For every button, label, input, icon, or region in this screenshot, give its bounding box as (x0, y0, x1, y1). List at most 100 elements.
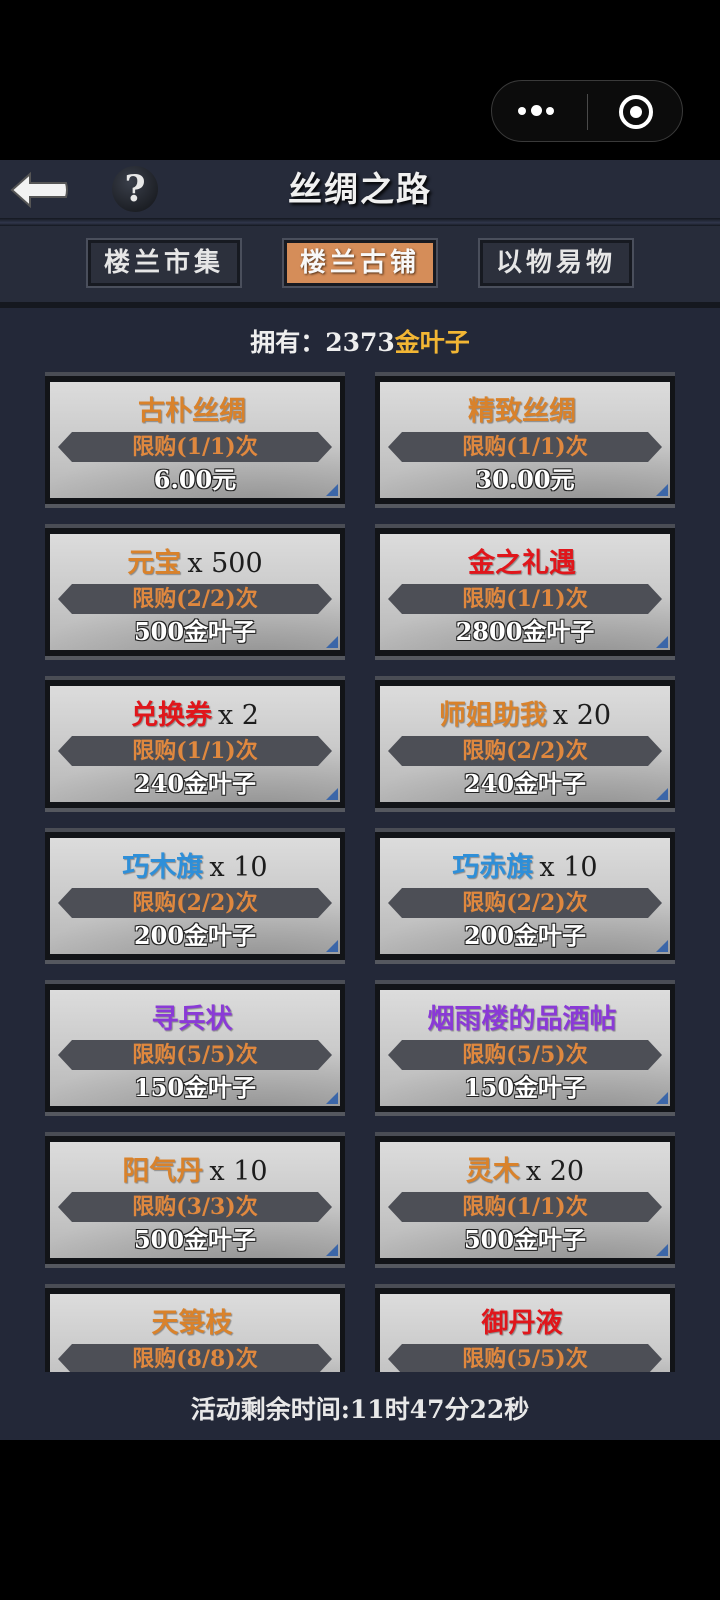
corner-marker (656, 940, 668, 952)
bottom-area (0, 1440, 720, 1600)
item-name: 御丹液 (380, 1306, 670, 1342)
item-name: 师姐助我 x 20 (380, 698, 670, 734)
item-title: 寻兵状 (151, 1004, 233, 1035)
card-face: 天箓枝 限购(8/8)次 (50, 1294, 340, 1372)
shop-item-card[interactable]: 兑换券 x 2 限购(1/1)次 240金叶子 (45, 676, 345, 812)
item-grid: 古朴丝绸 限购(1/1)次 6.00元 精致丝绸 限购(1/1)次 30.00元 元宝 x 5… (0, 372, 720, 1372)
item-title: 兑换券 (131, 700, 212, 731)
card-face: 兑换券 x 2 限购(1/1)次 240金叶子 (50, 686, 340, 802)
card-face: 灵木 x 20 限购(1/1)次 500金叶子 (380, 1142, 670, 1258)
corner-marker (656, 788, 668, 800)
item-title: 师姐助我 (438, 700, 547, 731)
item-name: 阳气丹 x 10 (50, 1154, 340, 1190)
item-name: 寻兵状 (50, 1002, 340, 1038)
item-quantity: x 20 (552, 700, 612, 731)
item-name: 灵木 x 20 (380, 1154, 670, 1190)
card-face: 阳气丹 x 10 限购(3/3)次 500金叶子 (50, 1142, 340, 1258)
header: ? 丝绸之路 (0, 160, 720, 222)
tab-barter[interactable]: 以物易物 (478, 238, 634, 288)
more-icon[interactable] (518, 103, 558, 119)
item-price: 150金叶子 (133, 1073, 257, 1102)
purchase-limit: 限购(1/1)次 (132, 738, 258, 764)
item-title: 天箓枝 (151, 1308, 233, 1339)
item-price: 150金叶子 (463, 1073, 587, 1102)
shop-item-card[interactable]: 精致丝绸限购(1/1)次 30.00元 (375, 372, 675, 508)
corner-marker (326, 1244, 338, 1256)
shop-item-card[interactable]: 灵木 x 20 限购(1/1)次 500金叶子 (375, 1132, 675, 1268)
corner-marker (326, 788, 338, 800)
tab-loulan-market[interactable]: 楼兰市集 (86, 238, 242, 288)
item-title: 金之礼遇 (468, 548, 576, 579)
tab-loulan-old-shop[interactable]: 楼兰古铺 (282, 238, 438, 288)
item-price: 240金叶子 (133, 769, 257, 798)
purchase-limit: 限购(1/1)次 (462, 1194, 588, 1220)
item-name: 烟雨楼的品酒帖 (380, 1002, 670, 1038)
corner-marker (656, 484, 668, 496)
shop-item-card[interactable]: 阳气丹 x 10 限购(3/3)次 500金叶子 (45, 1132, 345, 1268)
card-face: 巧赤旗 x 10 限购(2/2)次 200金叶子 (380, 838, 670, 954)
item-price: 6.00元 (153, 465, 237, 494)
item-title: 烟雨楼的品酒帖 (427, 1004, 617, 1035)
item-name: 金之礼遇 (380, 546, 670, 582)
purchase-limit: 限购(1/1)次 (462, 586, 588, 612)
item-price: 200金叶子 (133, 921, 257, 950)
back-arrow-icon[interactable] (8, 168, 70, 212)
shop-item-card[interactable]: 金之礼遇限购(1/1)次 2800金叶子 (375, 524, 675, 660)
card-face: 巧木旗 x 10 限购(2/2)次 200金叶子 (50, 838, 340, 954)
item-name: 巧木旗 x 10 (50, 850, 340, 886)
shop-item-card[interactable]: 元宝 x 500 限购(2/2)次 500金叶子 (45, 524, 345, 660)
item-price: 500金叶子 (133, 1225, 257, 1254)
item-name: 兑换券 x 2 (50, 698, 340, 734)
shop-item-card[interactable]: 巧木旗 x 10 限购(2/2)次 200金叶子 (45, 828, 345, 964)
purchase-limit: 限购(2/2)次 (132, 890, 258, 916)
purchase-limit: 限购(2/2)次 (462, 890, 588, 916)
item-title: 精致丝绸 (468, 396, 576, 427)
header-divider (0, 218, 720, 226)
item-title: 巧赤旗 (452, 852, 534, 883)
purchase-limit: 限购(2/2)次 (132, 586, 258, 612)
corner-marker (656, 1244, 668, 1256)
purchase-limit: 限购(3/3)次 (132, 1194, 258, 1220)
mini-program-capsule (491, 80, 683, 142)
item-price: 30.00元 (475, 465, 575, 494)
shop-item-card[interactable]: 烟雨楼的品酒帖 限购(5/5)次 150金叶子 (375, 980, 675, 1116)
item-price: 200金叶子 (463, 921, 587, 950)
item-title: 古朴丝绸 (138, 396, 246, 427)
purchase-limit: 限购(1/1)次 (462, 434, 588, 460)
corner-marker (656, 1092, 668, 1104)
shop-item-card[interactable]: 巧赤旗 x 10 限购(2/2)次 200金叶子 (375, 828, 675, 964)
item-price: 2800金叶子 (455, 617, 595, 646)
shop-item-card[interactable]: 师姐助我 x 20 限购(2/2)次 240金叶子 (375, 676, 675, 812)
corner-marker (656, 636, 668, 648)
corner-marker (326, 940, 338, 952)
item-name: 巧赤旗 x 10 (380, 850, 670, 886)
item-title: 元宝 (127, 548, 182, 579)
shop-item-card[interactable]: 天箓枝 限购(8/8)次 (45, 1284, 345, 1372)
owned-balance: 拥有：2373金叶子 (0, 326, 720, 360)
item-quantity: x 2 (218, 700, 259, 731)
card-face: 烟雨楼的品酒帖 限购(5/5)次 150金叶子 (380, 990, 670, 1106)
help-icon[interactable]: ? (112, 166, 158, 212)
close-target-icon[interactable] (619, 95, 653, 129)
purchase-limit: 限购(1/1)次 (132, 434, 258, 460)
capsule-divider (587, 94, 588, 130)
owned-amount: 2373 (325, 328, 395, 357)
shop-item-card[interactable]: 寻兵状 限购(5/5)次 150金叶子 (45, 980, 345, 1116)
silk-road-shop: ? 丝绸之路 楼兰市集 楼兰古铺 以物易物 拥有：2373金叶子 古朴丝绸限购(… (0, 160, 720, 1440)
item-name: 天箓枝 (50, 1306, 340, 1342)
item-title: 灵木 (465, 1156, 520, 1187)
card-face: 元宝 x 500 限购(2/2)次 500金叶子 (50, 534, 340, 650)
item-price: 500金叶子 (133, 617, 257, 646)
card-face: 师姐助我 x 20 限购(2/2)次 240金叶子 (380, 686, 670, 802)
shop-item-card[interactable]: 古朴丝绸限购(1/1)次 6.00元 (45, 372, 345, 508)
card-face: 御丹液 限购(5/5)次 (380, 1294, 670, 1372)
owned-currency: 金叶子 (394, 328, 470, 357)
corner-marker (326, 1092, 338, 1104)
card-face: 古朴丝绸限购(1/1)次 6.00元 (50, 382, 340, 498)
shop-item-card[interactable]: 御丹液 限购(5/5)次 (375, 1284, 675, 1372)
card-face: 金之礼遇限购(1/1)次 2800金叶子 (380, 534, 670, 650)
item-name: 古朴丝绸 (50, 394, 340, 430)
corner-marker (326, 484, 338, 496)
status-bar (0, 0, 720, 160)
item-quantity: x 10 (209, 1156, 268, 1187)
